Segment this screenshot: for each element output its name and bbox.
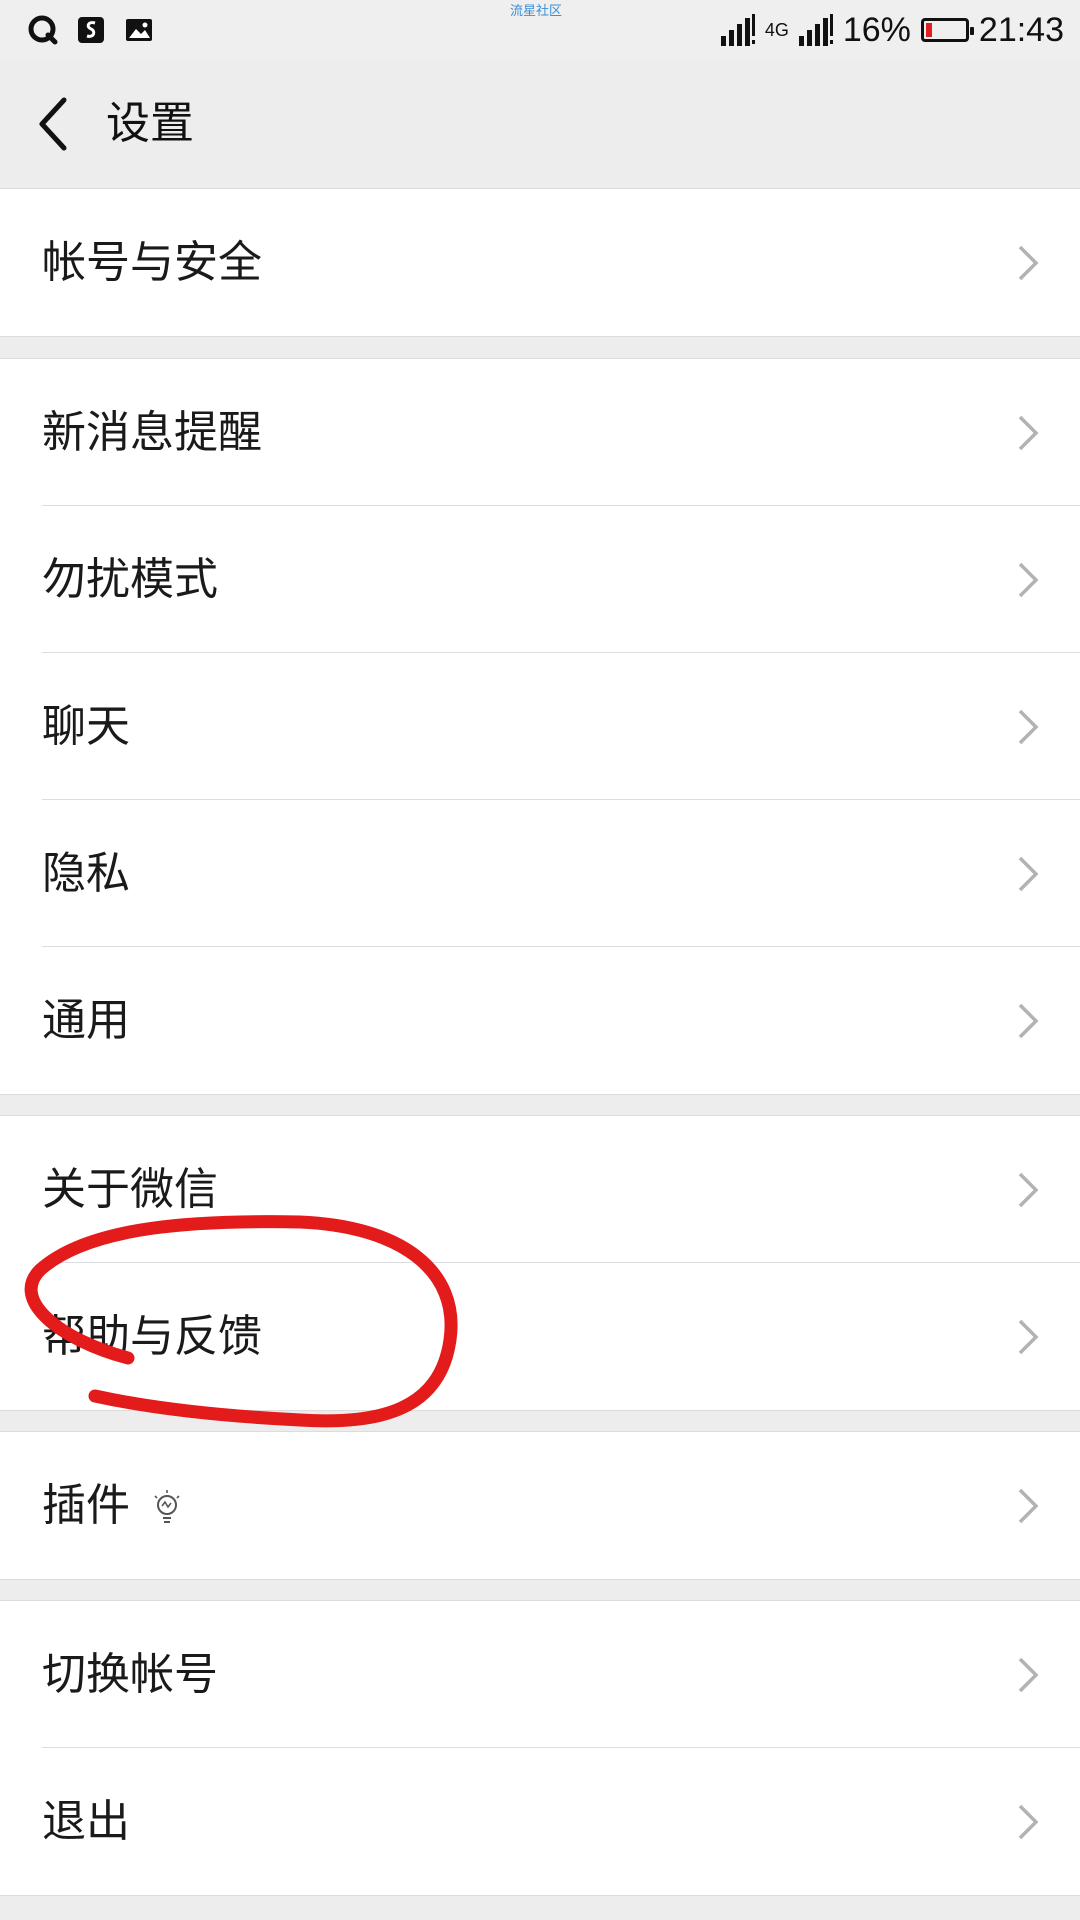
settings-group-session: 切换帐号 退出 <box>0 1600 1080 1896</box>
settings-group-plugins: 插件 <box>0 1431 1080 1580</box>
settings-item-label: 关于微信 <box>42 1164 218 1215</box>
battery-level <box>925 23 932 37</box>
settings-item-label: 聊天 <box>42 701 130 752</box>
watermark-text: 流星社区 <box>510 4 563 19</box>
settings-item-help-feedback[interactable]: 帮助与反馈 <box>0 1263 1080 1410</box>
settings-group-about: 关于微信 帮助与反馈 <box>0 1115 1080 1411</box>
settings-item-switch-account[interactable]: 切换帐号 <box>0 1601 1080 1748</box>
network-type: 4G <box>764 19 789 40</box>
chevron-right-icon <box>1018 562 1039 598</box>
chevron-right-icon <box>1018 1172 1039 1208</box>
settings-item-chat[interactable]: 聊天 <box>0 653 1080 800</box>
chevron-right-icon <box>1018 415 1039 451</box>
status-bar: 流星社区 4G 16% 21:43 <box>0 0 1080 60</box>
nav-header: 设置 <box>0 60 1080 190</box>
chevron-left-icon <box>39 97 67 151</box>
status-right: 4G 16% 21:43 <box>720 10 1064 50</box>
settings-item-account-security[interactable]: 帐号与安全 <box>0 189 1080 336</box>
settings-item-plugins[interactable]: 插件 <box>0 1432 1080 1579</box>
settings-group-main: 新消息提醒 勿扰模式 聊天 隐私 通用 <box>0 358 1080 1095</box>
chevron-right-icon <box>1018 245 1039 281</box>
page-title: 设置 <box>106 98 194 149</box>
notification-app-icon <box>78 17 104 43</box>
clock: 21:43 <box>978 10 1064 49</box>
settings-item-general[interactable]: 通用 <box>0 947 1080 1094</box>
settings-item-label: 切换帐号 <box>42 1649 218 1700</box>
chevron-right-icon <box>1018 1804 1039 1840</box>
back-button[interactable] <box>28 90 88 158</box>
battery-percent: 16% <box>842 10 911 49</box>
settings-item-new-message-alerts[interactable]: 新消息提醒 <box>0 359 1080 506</box>
settings-item-label: 插件 <box>42 1480 130 1531</box>
settings-item-label: 勿扰模式 <box>42 554 218 605</box>
chevron-right-icon <box>1018 709 1039 745</box>
settings-item-do-not-disturb[interactable]: 勿扰模式 <box>0 506 1080 653</box>
qq-icon <box>28 15 58 45</box>
settings-group-account: 帐号与安全 <box>0 188 1080 337</box>
chevron-right-icon <box>1018 1003 1039 1039</box>
settings-item-about-wechat[interactable]: 关于微信 <box>0 1116 1080 1263</box>
chevron-right-icon <box>1018 1319 1039 1355</box>
settings-item-label: 新消息提醒 <box>42 407 262 458</box>
settings-item-privacy[interactable]: 隐私 <box>0 800 1080 947</box>
lightbulb-icon <box>154 1490 180 1523</box>
settings-item-label: 隐私 <box>42 848 130 899</box>
signal-icon <box>720 14 755 46</box>
gallery-icon <box>126 19 152 41</box>
settings-item-label: 通用 <box>42 995 130 1046</box>
settings-item-logout[interactable]: 退出 <box>0 1748 1080 1895</box>
chevron-right-icon <box>1018 1488 1039 1524</box>
chevron-right-icon <box>1018 856 1039 892</box>
settings-item-label: 帮助与反馈 <box>42 1311 262 1362</box>
signal-icon-secondary <box>798 14 833 46</box>
battery-icon <box>920 18 974 42</box>
settings-item-label: 帐号与安全 <box>42 237 262 288</box>
chevron-right-icon <box>1018 1657 1039 1693</box>
status-left-icons <box>28 12 154 48</box>
settings-item-label: 退出 <box>42 1796 130 1847</box>
